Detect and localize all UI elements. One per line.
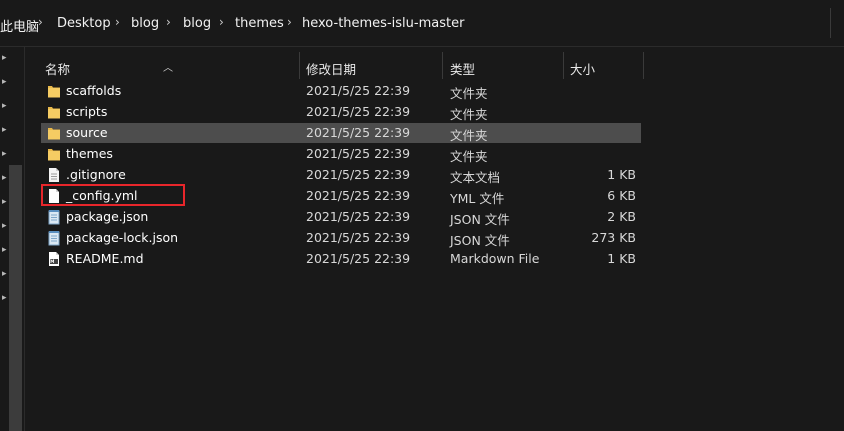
expand-arrow-icon[interactable]: ▸ xyxy=(2,293,7,303)
breadcrumb-desktop[interactable]: Desktop xyxy=(57,16,111,31)
address-bar-divider xyxy=(830,8,844,38)
column-divider[interactable] xyxy=(442,52,443,79)
file-date: 2021/5/25 22:39 xyxy=(306,230,411,245)
file-row-scripts[interactable]: scripts 2021/5/25 22:39 文件夹 xyxy=(41,102,641,122)
expand-arrow-icon[interactable]: ▸ xyxy=(2,269,7,279)
folder-icon xyxy=(48,86,60,98)
folder-icon xyxy=(48,149,60,161)
file-name: source xyxy=(66,125,108,140)
expand-arrow-icon[interactable]: ▸ xyxy=(2,197,7,207)
text-file-icon xyxy=(49,168,59,182)
expand-arrow-icon[interactable]: ▸ xyxy=(2,173,7,183)
column-divider[interactable] xyxy=(299,52,300,79)
file-row-gitignore[interactable]: .gitignore 2021/5/25 22:39 文本文档 1 KB xyxy=(41,165,641,185)
file-type: 文件夹 xyxy=(450,86,488,101)
file-row-source[interactable]: source 2021/5/25 22:39 文件夹 xyxy=(41,123,641,143)
file-row-package-json[interactable]: package.json 2021/5/25 22:39 JSON 文件 2 K… xyxy=(41,207,641,227)
chevron-right-icon[interactable]: › xyxy=(115,15,120,29)
breadcrumb-themes[interactable]: themes xyxy=(235,16,284,31)
breadcrumb-blog[interactable]: blog xyxy=(131,16,159,31)
file-name: package-lock.json xyxy=(66,230,179,245)
file-row-scaffolds[interactable]: scaffolds 2021/5/25 22:39 文件夹 xyxy=(41,81,641,101)
file-size: 1 KB xyxy=(607,167,636,182)
file-type: YML 文件 xyxy=(450,191,505,206)
expand-arrow-icon[interactable]: ▸ xyxy=(2,101,7,111)
file-list: ︿ 名称 修改日期 类型 大小 scaffolds 2021/5/25 22:3… xyxy=(25,47,844,431)
file-type: JSON 文件 xyxy=(450,233,510,248)
column-divider[interactable] xyxy=(643,52,644,79)
file-name: package.json xyxy=(66,209,149,224)
folder-icon xyxy=(48,128,60,140)
sort-ascending-icon: ︿ xyxy=(163,63,173,74)
expand-arrow-icon[interactable]: ▸ xyxy=(2,245,7,255)
nav-scrollbar-thumb[interactable] xyxy=(9,165,22,431)
navigation-pane[interactable]: ▸ ▸ ▸ ▸ ▸ ▸ ▸ ▸ ▸ ▸ ▸ xyxy=(0,47,25,431)
file-date: 2021/5/25 22:39 xyxy=(306,125,411,140)
column-header-type[interactable]: 类型 xyxy=(450,59,475,78)
column-divider[interactable] xyxy=(563,52,564,79)
file-date: 2021/5/25 22:39 xyxy=(306,146,411,161)
highlight-annotation-box xyxy=(41,184,185,206)
file-size: 6 KB xyxy=(607,188,636,203)
notepad-file-icon xyxy=(48,231,60,246)
file-name: themes xyxy=(66,146,113,161)
breadcrumb-blog-inner[interactable]: blog xyxy=(183,16,211,31)
file-name: scaffolds xyxy=(66,83,122,98)
file-date: 2021/5/25 22:39 xyxy=(306,83,411,98)
chevron-right-icon[interactable]: › xyxy=(38,15,43,29)
breadcrumb-current-folder[interactable]: hexo-themes-islu-master xyxy=(302,16,464,31)
file-date: 2021/5/25 22:39 xyxy=(306,104,411,119)
chevron-right-icon[interactable]: › xyxy=(287,15,292,29)
chevron-right-icon[interactable]: › xyxy=(219,15,224,29)
file-type: Markdown File xyxy=(450,251,540,266)
file-row-themes[interactable]: themes 2021/5/25 22:39 文件夹 xyxy=(41,144,641,164)
file-date: 2021/5/25 22:39 xyxy=(306,209,411,224)
expand-arrow-icon[interactable]: ▸ xyxy=(2,125,7,135)
file-size: 2 KB xyxy=(607,209,636,224)
folder-icon xyxy=(48,107,60,119)
file-date: 2021/5/25 22:39 xyxy=(306,167,411,182)
file-type: 文件夹 xyxy=(450,107,488,122)
file-name: README.md xyxy=(66,251,144,266)
markdown-file-icon xyxy=(49,252,59,266)
file-type: 文件夹 xyxy=(450,149,488,164)
expand-arrow-icon[interactable]: ▸ xyxy=(2,221,7,231)
chevron-right-icon[interactable]: › xyxy=(166,15,171,29)
expand-arrow-icon[interactable]: ▸ xyxy=(2,149,7,159)
file-type: JSON 文件 xyxy=(450,212,510,227)
expand-arrow-icon[interactable]: ▸ xyxy=(2,77,7,87)
address-bar[interactable]: 此电脑 › Desktop › blog › blog › themes › h… xyxy=(0,0,844,47)
file-row-readme-md[interactable]: README.md 2021/5/25 22:39 Markdown File … xyxy=(41,249,641,269)
file-size: 273 KB xyxy=(591,230,636,245)
column-header-date[interactable]: 修改日期 xyxy=(306,59,356,78)
file-date: 2021/5/25 22:39 xyxy=(306,188,411,203)
file-name: scripts xyxy=(66,104,108,119)
file-size: 1 KB xyxy=(607,251,636,266)
file-name: .gitignore xyxy=(66,167,126,182)
column-header-size[interactable]: 大小 xyxy=(570,59,595,78)
file-row-package-lock-json[interactable]: package-lock.json 2021/5/25 22:39 JSON 文… xyxy=(41,228,641,248)
expand-arrow-icon[interactable]: ▸ xyxy=(2,53,7,63)
file-type: 文本文档 xyxy=(450,170,501,185)
column-header-name[interactable]: 名称 xyxy=(45,59,70,78)
file-date: 2021/5/25 22:39 xyxy=(306,251,411,266)
column-headers: ︿ 名称 修改日期 类型 大小 xyxy=(25,52,644,79)
notepad-file-icon xyxy=(48,210,60,225)
breadcrumb-this-pc[interactable]: 此电脑 xyxy=(0,16,39,35)
file-type: 文件夹 xyxy=(450,128,488,143)
